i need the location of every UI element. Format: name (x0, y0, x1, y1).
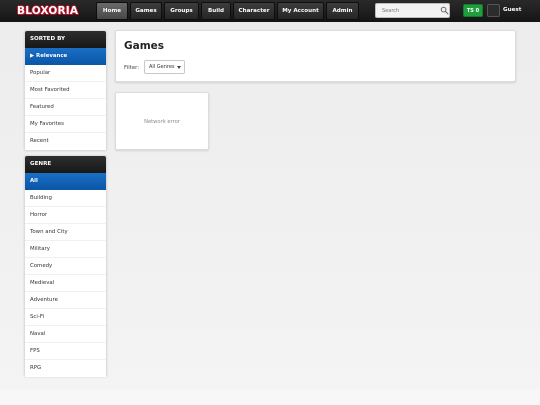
sort-item-popular[interactable]: Popular (25, 65, 106, 82)
nav-admin[interactable]: Admin (326, 2, 359, 20)
sort-item-label: Relevance (36, 53, 68, 59)
username-label[interactable]: Guest (503, 4, 521, 17)
nav-games[interactable]: Games (130, 2, 162, 20)
site-logo[interactable]: BLOXORIA (17, 4, 78, 18)
page-footer (0, 390, 540, 405)
sort-item-relevance[interactable]: ▶ Relevance (25, 48, 106, 65)
currency-badge[interactable]: TS 0 (463, 4, 483, 17)
sorted-by-panel: SORTED BY ▶ Relevance Popular Most Favor… (24, 30, 107, 150)
genre-item-town-and-city[interactable]: Town and City (25, 224, 106, 241)
genre-filter-value: All Genres (149, 64, 175, 70)
genre-item-sci-fi[interactable]: Sci-Fi (25, 309, 106, 326)
genre-filter-select[interactable]: All Genres (144, 60, 185, 74)
genre-item-naval[interactable]: Naval (25, 326, 106, 343)
nav-groups[interactable]: Groups (164, 2, 199, 20)
genre-item-all[interactable]: All (25, 173, 106, 190)
search-box (375, 3, 450, 18)
genre-item-horror[interactable]: Horror (25, 207, 106, 224)
games-result-card: Network error (115, 92, 209, 150)
genre-panel: GENRE All Building Horror Town and City … (24, 155, 107, 377)
selected-arrow-icon: ▶ (30, 53, 35, 59)
nav-home[interactable]: Home (96, 2, 128, 20)
sorted-by-heading: SORTED BY (25, 31, 106, 48)
nav-my-account[interactable]: My Account (277, 2, 324, 20)
genre-item-military[interactable]: Military (25, 241, 106, 258)
sort-item-recent[interactable]: Recent (25, 133, 106, 150)
genre-item-medieval[interactable]: Medieval (25, 275, 106, 292)
search-icon[interactable] (440, 6, 449, 15)
chevron-down-icon (177, 66, 181, 69)
genre-item-adventure[interactable]: Adventure (25, 292, 106, 309)
search-input[interactable] (378, 5, 438, 16)
genre-item-fps[interactable]: FPS (25, 343, 106, 360)
genre-item-comedy[interactable]: Comedy (25, 258, 106, 275)
sort-item-most-favorited[interactable]: Most Favorited (25, 82, 106, 99)
genre-item-building[interactable]: Building (25, 190, 106, 207)
top-navigation-bar: BLOXORIA Home Games Groups Build Charact… (0, 0, 540, 22)
page-title: Games (124, 40, 165, 52)
nav-character[interactable]: Character (233, 2, 275, 20)
filter-label: Filter: (124, 65, 140, 71)
sort-item-my-favorites[interactable]: My Favorites (25, 116, 106, 133)
network-error-message: Network error (144, 119, 180, 125)
genre-heading: GENRE (25, 156, 106, 173)
sort-item-featured[interactable]: Featured (25, 99, 106, 116)
games-header-panel: Games Filter: All Genres (115, 30, 516, 82)
genre-item-rpg[interactable]: RPG (25, 360, 106, 377)
avatar[interactable] (487, 4, 500, 17)
nav-build[interactable]: Build (201, 2, 231, 20)
